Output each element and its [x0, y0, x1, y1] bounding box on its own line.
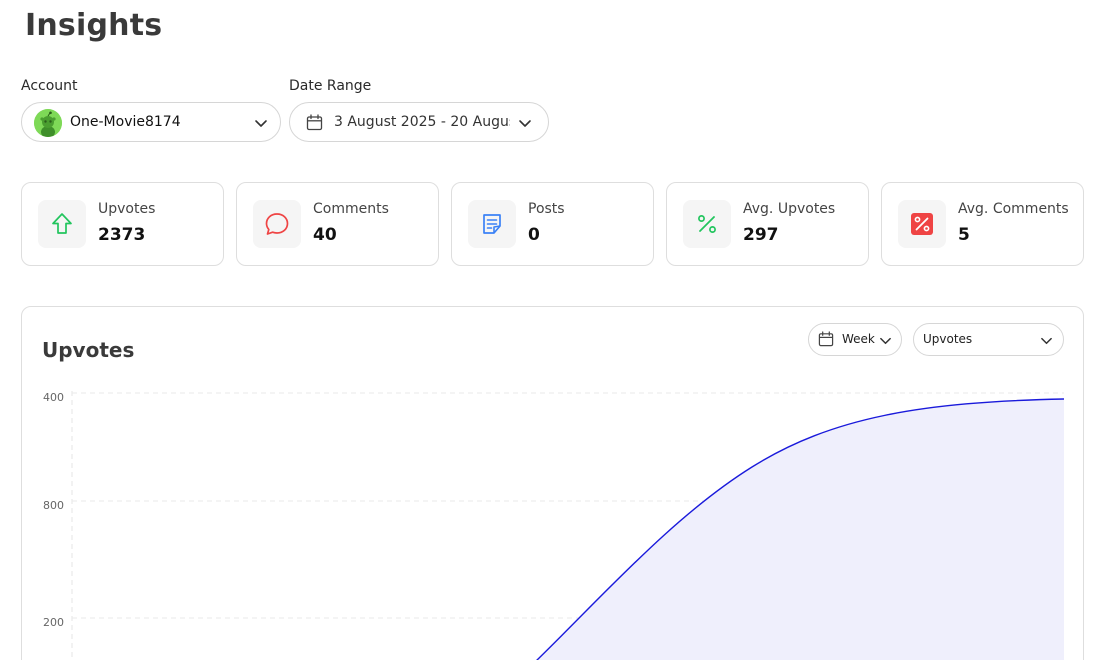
- stat-card-avg-upvotes: Avg. Upvotes 297: [666, 182, 869, 266]
- upvotes-area-chart: 400 800 200: [43, 391, 1065, 660]
- stat-label: Avg. Upvotes: [743, 201, 836, 217]
- y-tick-label: 800: [43, 499, 64, 512]
- stat-card-posts: Posts 0: [451, 182, 654, 266]
- y-tick-label: 200: [43, 616, 64, 629]
- stat-icon-box: [468, 200, 516, 248]
- date-range-value: 3 August 2025 - 20 August 2025: [334, 114, 510, 130]
- stat-card-avg-comments: Avg. Comments 5: [881, 182, 1084, 266]
- stat-card-upvotes: Upvotes 2373: [21, 182, 224, 266]
- stat-value: 297: [743, 225, 779, 245]
- arrow-up-icon: [52, 213, 72, 234]
- stat-icon-box: [898, 200, 946, 248]
- stat-label: Avg. Comments: [958, 201, 1069, 217]
- stat-label: Upvotes: [98, 201, 156, 217]
- chevron-down-icon: [255, 120, 267, 127]
- stat-value: 0: [528, 225, 540, 245]
- page-title: Insights: [25, 8, 163, 43]
- stat-value: 40: [313, 225, 337, 245]
- stat-value: 5: [958, 225, 970, 245]
- y-tick-label: 400: [43, 391, 64, 404]
- percent-icon: [698, 215, 716, 233]
- date-range-label: Date Range: [289, 78, 372, 94]
- stat-icon-box: [38, 200, 86, 248]
- stat-card-comments: Comments 40: [236, 182, 439, 266]
- account-name: One-Movie8174: [70, 114, 181, 130]
- percent-badge-icon: [911, 213, 933, 235]
- chevron-down-icon: [519, 120, 531, 127]
- comment-bubble-icon: [265, 213, 289, 235]
- account-label: Account: [21, 78, 78, 94]
- stat-icon-box: [683, 200, 731, 248]
- stat-icon-box: [253, 200, 301, 248]
- calendar-icon: [306, 114, 323, 131]
- date-range-select[interactable]: 3 August 2025 - 20 August 2025: [289, 102, 549, 142]
- area-fill: [537, 399, 1064, 660]
- reddit-avatar-icon: [34, 109, 62, 137]
- stat-value: 2373: [98, 225, 146, 245]
- document-edit-icon: [483, 214, 501, 234]
- stat-label: Posts: [528, 201, 565, 217]
- stat-label: Comments: [313, 201, 389, 217]
- upvotes-chart-card: Upvotes Week Upvotes 400 800 200: [21, 306, 1084, 660]
- account-select[interactable]: One-Movie8174: [21, 102, 281, 142]
